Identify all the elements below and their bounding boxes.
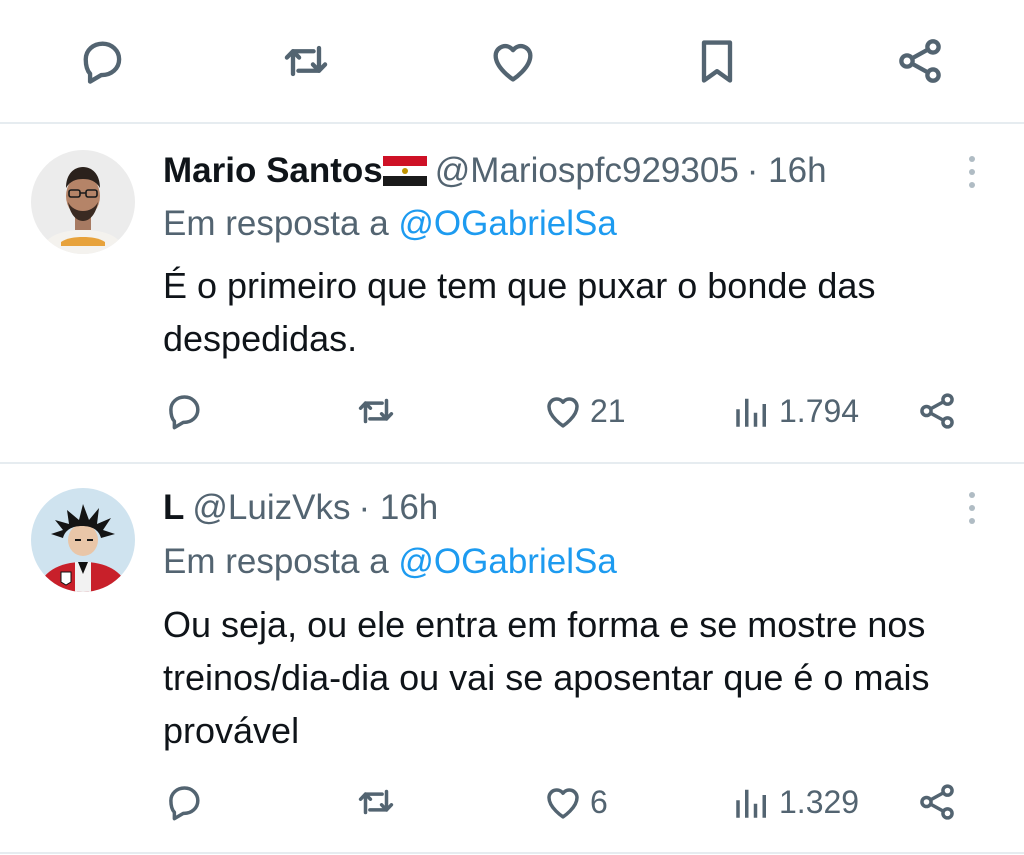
user-handle[interactable]: @Mariospfc929305 [435,151,739,191]
egypt-flag-icon [382,156,427,186]
retweet-button[interactable] [355,777,397,827]
tweet-text: Ou seja, ou ele entra em forma e se most… [163,604,930,751]
display-name[interactable]: Mario Santos [163,151,383,191]
replying-to-prefix: Em resposta a [163,542,399,581]
page: Mario Santos @Mariospfc929305 · 16h Em r… [0,0,1024,855]
more-dot [969,182,975,188]
share-button[interactable] [916,777,958,827]
tweet-actions: 6 1.329 [0,777,1024,827]
reply-icon [83,41,122,84]
more-dot [969,492,975,498]
tweet-header: L @LuizVks · 16h [163,484,438,532]
avatar-image [31,150,135,254]
like-button[interactable]: 21 [542,386,626,436]
like-count: 6 [590,783,608,820]
tweet-text: É o primeiro que tem que puxar o bonde d… [163,265,876,359]
tweet-header: Mario Santos @Mariospfc929305 · 16h [163,147,827,195]
like-icon [547,397,579,428]
avatar[interactable] [31,150,135,254]
views-icon [736,789,766,818]
like-button[interactable]: 6 [542,777,608,827]
reply-icon [169,786,200,821]
timestamp[interactable]: · 16h [747,151,827,191]
like-count: 21 [590,392,626,429]
retweet-icon [284,45,328,77]
replying-to-mention[interactable]: @OGabrielSa [398,542,616,581]
views-button[interactable]: 1.794 [731,386,859,436]
more-dot [969,518,975,524]
reply-button[interactable] [163,386,205,436]
avatar-image [31,488,135,592]
reply-tweet[interactable]: Mario Santos @Mariospfc929305 · 16h Em r… [0,124,1024,464]
replying-to: Em resposta a @OGabrielSa [163,204,617,244]
reply-icon [169,395,200,430]
reply-tweet[interactable]: L @LuizVks · 16h Em resposta a @OGabriel… [0,464,1024,854]
share-icon [899,39,941,83]
more-options-button[interactable] [962,492,982,532]
more-dot [969,169,975,175]
views-icon [736,398,766,427]
like-icon [493,43,533,82]
avatar[interactable] [31,488,135,592]
tweet-actions: 21 1.794 [0,386,1024,436]
more-dot [969,505,975,511]
display-name[interactable]: L [163,488,184,528]
bookmark-icon [701,40,733,83]
share-button[interactable] [916,386,958,436]
share-icon [920,784,954,820]
replying-to-mention[interactable]: @OGabrielSa [398,204,616,243]
timestamp[interactable]: · 16h [358,488,438,528]
user-handle[interactable]: @LuizVks [192,488,350,528]
retweet-icon [358,398,394,424]
more-options-button[interactable] [962,156,982,196]
share-button[interactable] [892,33,948,89]
view-count: 1.329 [779,783,860,820]
like-icon [547,788,579,819]
reply-button[interactable] [163,777,205,827]
reply-button[interactable] [74,33,130,89]
retweet-button[interactable] [355,386,397,436]
more-dot [969,156,975,162]
replying-to-prefix: Em resposta a [163,204,399,243]
view-count: 1.794 [779,392,860,429]
retweet-icon [358,789,394,815]
replying-to: Em resposta a @OGabrielSa [163,542,617,582]
retweet-button[interactable] [278,33,334,89]
bookmark-button[interactable] [689,33,745,89]
share-icon [920,393,954,429]
views-button[interactable]: 1.329 [731,777,859,827]
parent-tweet-action-bar [0,0,1024,124]
like-button[interactable] [485,33,541,89]
